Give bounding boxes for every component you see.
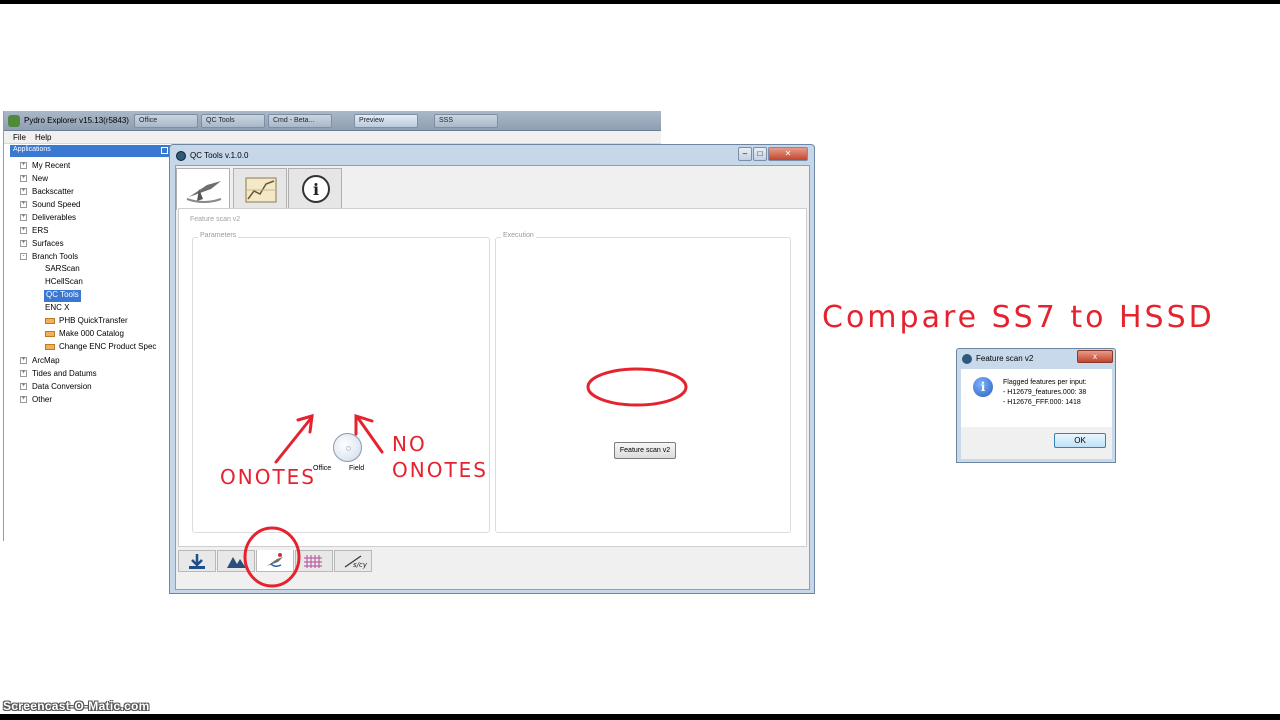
- circle-feature-scan-button: [586, 367, 688, 407]
- screen-bottom-border: [0, 714, 1280, 720]
- circle-feature-scan-tab: [243, 526, 301, 588]
- annotation-overlay: [243, 367, 688, 588]
- screencast-watermark: Screencast-O-Matic.com: [3, 699, 150, 713]
- arrow-to-field: [354, 413, 384, 454]
- arrow-to-office: [274, 413, 314, 464]
